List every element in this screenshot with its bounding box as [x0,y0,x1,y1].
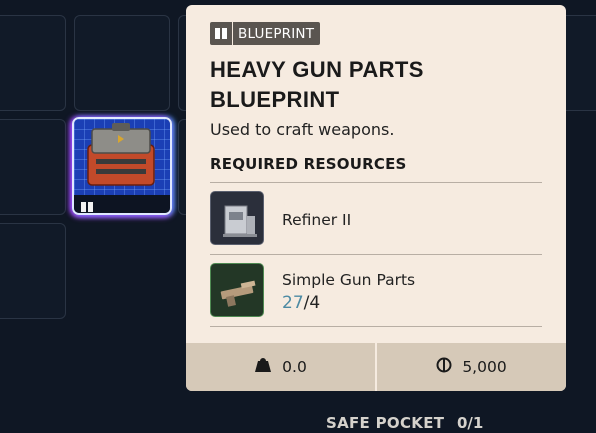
resource-need-count: 4 [309,293,321,313]
tooltip-footer: 0.0 5,000 [186,343,566,391]
resource-row: Simple Gun Parts 27/4 [210,255,542,327]
selected-item-slot[interactable] [72,117,172,215]
weight-value: 0.0 [282,358,307,376]
required-resources-heading: REQUIRED RESOURCES [210,155,407,173]
resource-name: Simple Gun Parts [282,271,416,289]
price-value: 5,000 [462,358,507,376]
weight-icon [254,357,272,377]
inventory-slot[interactable] [0,119,66,215]
refiner-machine-icon [210,191,264,245]
inventory-slot[interactable] [0,15,66,111]
resource-name: Refiner II [282,211,352,229]
blueprint-book-icon [210,22,233,45]
resource-have-count: 27 [282,293,304,313]
gun-parts-icon [210,263,264,317]
gun-case-icon [87,123,155,186]
blueprint-grid-background [74,119,170,195]
inventory-slot[interactable] [0,223,66,319]
resource-count: 27/4 [282,293,320,313]
blueprint-book-icon [80,198,94,213]
inventory-slot[interactable] [74,15,170,111]
item-description: Used to craft weapons. [210,120,395,139]
blueprint-tag: BLUEPRINT [210,22,321,45]
safe-pocket-count: 0/1 [457,414,484,432]
price-cell: 5,000 [377,343,566,391]
resource-row: Refiner II [210,183,542,255]
coin-icon [436,357,452,377]
item-footer [74,195,170,213]
item-tooltip: BLUEPRINT HEAVY GUN PARTS BLUEPRINT Used… [186,5,566,391]
divider [210,326,542,327]
tag-label: BLUEPRINT [238,25,315,42]
item-title: HEAVY GUN PARTS BLUEPRINT [210,57,424,112]
safe-pocket-label: SAFE POCKET [326,414,445,432]
weight-cell: 0.0 [186,343,375,391]
